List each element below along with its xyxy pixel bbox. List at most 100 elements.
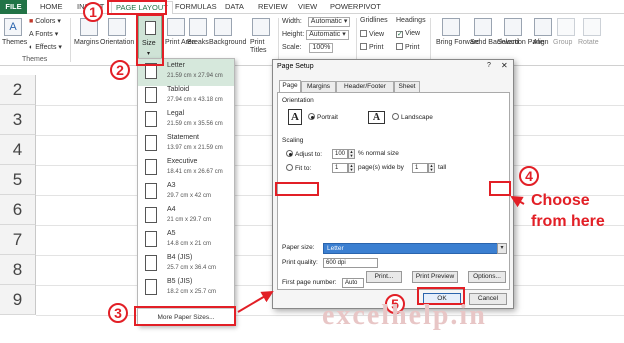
- first-page-number-input[interactable]: Auto: [342, 278, 364, 288]
- align-button[interactable]: Align: [533, 39, 549, 46]
- tab-sheet[interactable]: Sheet: [394, 81, 420, 92]
- fonts-button[interactable]: A Fonts ▾: [29, 30, 58, 38]
- checkbox[interactable]: [396, 31, 403, 38]
- width-select[interactable]: Automatic ▾: [307, 17, 351, 27]
- menu-item-name: A5: [167, 230, 176, 237]
- row-header[interactable]: 9: [0, 285, 36, 315]
- rotate-icon: [583, 18, 601, 36]
- themes-icon[interactable]: A: [4, 18, 22, 36]
- print-titles-button[interactable]: Print Titles: [250, 39, 274, 55]
- bring-forward-icon[interactable]: [442, 18, 460, 36]
- selection-pane-icon[interactable]: [504, 18, 522, 36]
- row-header[interactable]: 3: [0, 105, 36, 135]
- landscape-radio[interactable]: Landscape: [392, 113, 433, 121]
- align-icon[interactable]: [534, 18, 552, 36]
- scale-input[interactable]: 100%: [309, 43, 334, 53]
- breaks-button[interactable]: Breaks: [187, 39, 209, 46]
- highlight-paper-size-dropdown: [489, 181, 511, 196]
- menu-item-legal[interactable]: Legal 21.59 cm x 35.56 cm: [138, 107, 234, 134]
- checkbox[interactable]: [396, 43, 403, 50]
- print-titles-icon[interactable]: [252, 18, 270, 36]
- fit-tall-input[interactable]: 1: [412, 163, 428, 173]
- spinner-icon[interactable]: ▲ ▼: [428, 163, 435, 173]
- gridlines-print-checkbox[interactable]: Print: [360, 43, 383, 51]
- tab-data[interactable]: DATA: [225, 2, 244, 11]
- headings-print-checkbox[interactable]: Print: [396, 43, 419, 51]
- radio[interactable]: [392, 113, 399, 120]
- print-area-icon[interactable]: [167, 18, 185, 36]
- radio-label: Landscape: [401, 114, 433, 121]
- menu-item-executive[interactable]: Executive 18.41 cm x 26.67 cm: [138, 155, 234, 182]
- tab-powerpivot[interactable]: POWERPIVOT: [330, 2, 381, 11]
- row-header[interactable]: 8: [0, 255, 36, 285]
- orientation-button[interactable]: Orientation: [100, 39, 134, 46]
- menu-item-b5-jis[interactable]: B5 (JIS) 18.2 cm x 25.7 cm: [138, 275, 234, 302]
- tab-header-footer[interactable]: Header/Footer: [336, 81, 394, 92]
- checkbox-label: Print: [369, 44, 384, 51]
- print-quality-select[interactable]: 600 dpi: [323, 258, 378, 268]
- menu-item-a4[interactable]: A4 21 cm x 29.7 cm: [138, 203, 234, 230]
- row-header[interactable]: 2: [0, 75, 36, 105]
- radio[interactable]: [286, 150, 293, 157]
- print-button[interactable]: Print...: [366, 271, 402, 283]
- rotate-button: Rotate: [578, 39, 599, 46]
- menu-item-statement[interactable]: Statement 13.97 cm x 21.59 cm: [138, 131, 234, 158]
- tab-view[interactable]: VIEW: [298, 2, 317, 11]
- page-icon: [145, 255, 157, 271]
- row-header[interactable]: 6: [0, 195, 36, 225]
- menu-item-a3[interactable]: A3 29.7 cm x 42 cm: [138, 179, 234, 206]
- tab-file[interactable]: FILE: [0, 0, 27, 14]
- margins-button[interactable]: Margins: [74, 39, 99, 46]
- width-value: Automatic: [310, 18, 342, 25]
- checkbox[interactable]: [360, 43, 367, 50]
- menu-item-a5[interactable]: A5 14.8 cm x 21 cm: [138, 227, 234, 254]
- paper-size-label: Paper size:: [282, 244, 315, 251]
- tab-review[interactable]: REVIEW: [258, 2, 288, 11]
- help-icon[interactable]: ?: [487, 62, 491, 69]
- colors-button[interactable]: ■ Colors ▾: [29, 17, 61, 25]
- menu-item-b4-jis[interactable]: B4 (JIS) 25.7 cm x 36.4 cm: [138, 251, 234, 278]
- background-button[interactable]: Background: [209, 39, 246, 46]
- headings-view-checkbox[interactable]: View: [396, 30, 420, 38]
- send-backward-icon[interactable]: [474, 18, 492, 36]
- background-icon[interactable]: [214, 18, 232, 36]
- row-header[interactable]: 4: [0, 135, 36, 165]
- radio[interactable]: [308, 113, 315, 120]
- print-preview-button[interactable]: Print Preview: [412, 271, 458, 283]
- paper-size-select[interactable]: Letter: [323, 243, 507, 254]
- checkbox[interactable]: [360, 30, 367, 37]
- adjust-to-radio[interactable]: Adjust to:: [286, 150, 322, 158]
- group-separator: [356, 18, 357, 62]
- height-select[interactable]: Automatic ▾: [306, 30, 349, 40]
- breaks-icon[interactable]: [189, 18, 207, 36]
- spinner-icon[interactable]: ▲ ▼: [348, 163, 355, 173]
- close-icon[interactable]: ✕: [501, 61, 508, 70]
- portrait-icon: A: [288, 109, 302, 125]
- row-header[interactable]: 5: [0, 165, 36, 195]
- radio[interactable]: [286, 164, 293, 171]
- normal-size-label: % normal size: [358, 150, 399, 157]
- spinner-icon[interactable]: ▲ ▼: [348, 149, 355, 159]
- print-quality-label: Print quality:: [282, 259, 318, 266]
- menu-item-tabloid[interactable]: Tabloid 27.94 cm x 43.18 cm: [138, 83, 234, 110]
- page-icon: [145, 207, 157, 223]
- page-icon: [145, 111, 157, 127]
- fit-to-radio[interactable]: Fit to:: [286, 164, 311, 172]
- tab-home[interactable]: HOME: [40, 2, 63, 11]
- orientation-section-label: Orientation: [282, 97, 314, 104]
- gridlines-view-checkbox[interactable]: View: [360, 30, 384, 38]
- themes-group-label: Themes: [22, 56, 48, 63]
- themes-button[interactable]: Themes: [2, 39, 27, 46]
- fit-wide-input[interactable]: 1: [332, 163, 348, 173]
- portrait-radio[interactable]: Portrait: [308, 113, 338, 121]
- orientation-icon[interactable]: [108, 18, 126, 36]
- row-header[interactable]: 7: [0, 225, 36, 255]
- step-badge-1: 1: [83, 2, 103, 22]
- adjust-percent-input[interactable]: 100: [332, 149, 348, 159]
- chevron-down-icon[interactable]: ▾: [497, 243, 507, 254]
- page-icon: [145, 135, 157, 151]
- options-button[interactable]: Options...: [468, 271, 506, 283]
- effects-button[interactable]: ◐ Effects ▾: [29, 43, 62, 51]
- tab-formulas[interactable]: FORMULAS: [175, 2, 217, 11]
- tab-margins[interactable]: Margins: [301, 81, 336, 92]
